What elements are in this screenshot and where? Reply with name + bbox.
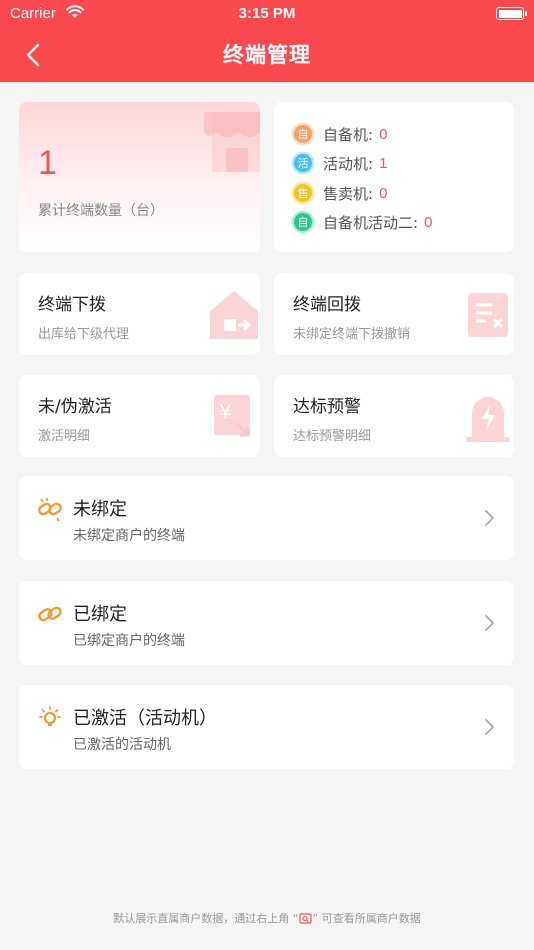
self-owned-activity-badge-icon: 自 — [292, 211, 314, 233]
alarm-light-icon — [466, 397, 510, 442]
document-cancel-icon — [468, 293, 508, 337]
tile-subtitle: 激活明细 — [38, 429, 91, 444]
type-row-activity: 活 活动机: 1 — [292, 151, 387, 175]
clock: 3:15 PM — [238, 5, 296, 22]
list-item-subtitle: 已绑定商户的终端 — [73, 633, 185, 649]
list-item-subtitle: 已激活的活动机 — [73, 737, 171, 753]
list-item-title: 已激活（活动机） — [73, 708, 217, 729]
merchant-search-icon — [298, 913, 312, 924]
self-owned-badge-icon: 自 — [292, 123, 314, 145]
type-value: 0 — [379, 125, 388, 143]
tile-target-warning[interactable]: 达标预警 达标预警明细 — [274, 375, 514, 457]
broken-link-icon — [38, 498, 62, 522]
type-row-self-owned-activity-two: 自 自备机活动二: 0 — [292, 210, 432, 234]
type-name: 自备机: — [323, 125, 374, 144]
battery-icon — [496, 7, 527, 20]
navigation-bar: 终端管理 — [0, 28, 534, 82]
tile-title: 终端回拨 — [293, 295, 361, 315]
footer-note-text-before: 默认展示直属商户数据，通过右上角 “ — [113, 912, 299, 925]
chevron-right-icon — [485, 615, 495, 631]
tile-subtitle: 出库给下级代理 — [38, 327, 130, 342]
type-row-sale: 售 售卖机: 0 — [292, 181, 387, 205]
page-title: 终端管理 — [223, 43, 311, 67]
type-name: 活动机: — [323, 154, 374, 173]
terminal-count-label: 累计终端数量（台） — [38, 203, 164, 219]
tile-subtitle: 未绑定终端下拨撤销 — [293, 327, 411, 342]
lightbulb-icon — [39, 706, 61, 726]
terminal-types-card: 自 自备机: 0 活 活动机: 1 售 售卖机: 0 自 自备机活动二: 0 — [274, 102, 514, 252]
activity-badge-icon: 活 — [292, 152, 314, 174]
type-value: 0 — [424, 213, 433, 231]
tile-terminal-recall[interactable]: 终端回拨 未绑定终端下拨撤销 — [274, 273, 514, 355]
terminal-count-value: 1 — [38, 144, 57, 182]
sale-badge-icon: 售 — [292, 182, 314, 204]
terminal-total-card: 1 累计终端数量（台） — [19, 102, 260, 252]
house-transfer-icon — [210, 291, 258, 339]
link-icon — [38, 606, 62, 622]
shop-watermark-icon — [204, 112, 260, 172]
list-item-title: 未绑定 — [73, 499, 127, 520]
tile-title: 未/伪激活 — [38, 397, 112, 417]
tile-title: 达标预警 — [293, 397, 361, 417]
tile-terminal-allocate[interactable]: 终端下拨 出库给下级代理 — [19, 273, 260, 355]
chevron-right-icon — [485, 510, 495, 526]
tile-subtitle: 达标预警明细 — [293, 429, 372, 444]
svg-text:¥: ¥ — [219, 400, 232, 424]
footer-note-text-after: ” 可查看所属商户数据 — [312, 912, 421, 925]
list-item-subtitle: 未绑定商户的终端 — [73, 528, 185, 544]
list-item-title: 已绑定 — [73, 604, 127, 625]
list-item-bound[interactable]: 已绑定 已绑定商户的终端 — [19, 581, 514, 665]
list-item-activated[interactable]: 已激活（活动机） 已激活的活动机 — [19, 685, 514, 769]
tile-inactive-fake-activation[interactable]: 未/伪激活 激活明细 ¥ — [19, 375, 260, 457]
type-value: 0 — [379, 184, 388, 202]
footer-note: 默认展示直属商户数据，通过右上角 “ ” 可查看所属商户数据 — [0, 910, 534, 926]
chevron-right-icon — [485, 719, 495, 735]
status-bar: Carrier 3:15 PM — [0, 0, 534, 28]
type-name: 售卖机: — [323, 184, 374, 203]
list-item-unbound[interactable]: 未绑定 未绑定商户的终端 — [19, 476, 514, 560]
yuan-card-icon: ¥ — [214, 395, 250, 437]
tile-title: 终端下拨 — [38, 295, 106, 315]
type-name: 自备机活动二: — [323, 213, 419, 232]
type-row-self-owned: 自 自备机: 0 — [292, 122, 387, 146]
type-value: 1 — [379, 154, 388, 172]
